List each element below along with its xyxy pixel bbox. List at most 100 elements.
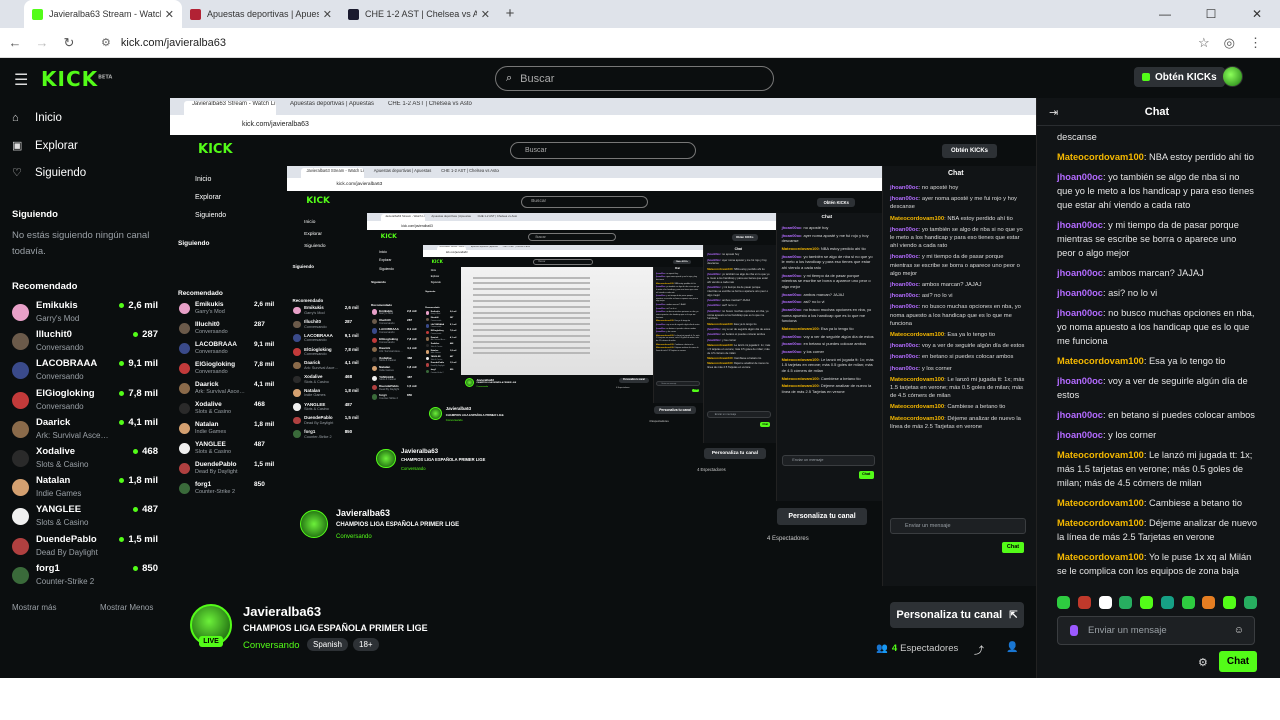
emote-icon[interactable] [1057, 596, 1070, 609]
nested-rec-avatar [425, 317, 430, 322]
recommended-channel[interactable]: Xodalive Slots & Casino 468 [12, 446, 162, 472]
emoji-icon[interactable]: ☺ [1234, 625, 1244, 636]
nested-tab: CHE 1-2 AST | Chelsea vs Aston [477, 214, 518, 219]
nested-search: Buscar [510, 142, 696, 159]
chat-username[interactable]: Mateocordovam100 [1057, 552, 1144, 562]
nested-rec-category: Counter-Strike 2 [379, 397, 398, 401]
chat-settings-icon[interactable]: ⚙ [1198, 656, 1208, 669]
chat-username[interactable]: jhoan00oc [1057, 430, 1103, 440]
recommended-channel[interactable]: DuendePablo Dead By Daylight 1,5 mil [12, 534, 162, 560]
nested-customize-button: Personaliza tu canal [704, 447, 766, 460]
close-window-button[interactable]: ✕ [1234, 0, 1280, 28]
chat-username[interactable]: jhoan00oc [1057, 172, 1103, 182]
mic-icon[interactable] [1070, 625, 1078, 636]
nested-rec-avatar [425, 324, 430, 328]
get-kicks-button[interactable]: Obtén KICKs [1134, 67, 1225, 87]
chat-username[interactable]: Mateocordovam100 [1057, 518, 1144, 528]
new-tab-button[interactable]: + [498, 0, 522, 28]
sidebar-item-explorar[interactable]: ▣ Explorar [12, 139, 78, 153]
channel-viewers: 4,1 mil [119, 417, 158, 428]
chat-username[interactable]: Mateocordovam100 [1057, 152, 1144, 162]
url-field[interactable]: ⚙ kick.com/javieralba63 [101, 36, 1198, 50]
recommended-channel[interactable]: forg1 Counter-Strike 2 850 [12, 563, 162, 589]
video-player[interactable]: Javieralba63 Stream - Watch Li Apuestas d… [170, 98, 1036, 586]
browser-tab[interactable]: Apuestas deportivas | Apuestas ✕ [182, 0, 340, 28]
show-more-button[interactable]: Mostrar más [12, 603, 56, 612]
recommended-channel[interactable]: YANGLEE Slots & Casino 487 [12, 504, 162, 530]
close-tab-icon[interactable]: ✕ [165, 8, 174, 21]
nested-rec-name: Daarick [195, 381, 219, 388]
recommended-channel[interactable]: LACOBRAAA Conversando 9,1 mil [12, 358, 162, 384]
menu-dots-icon[interactable]: ⋮ [1249, 35, 1262, 51]
chat-username[interactable]: jhoan00oc [1057, 410, 1103, 420]
chat-username[interactable]: Mateocordovam100 [1057, 356, 1144, 366]
nested-rec-viewers: 1,5 mil [344, 415, 359, 421]
recommended-channel[interactable]: Illuchit0 Conversando 287 [12, 329, 162, 355]
tag-age[interactable]: 18+ [353, 638, 379, 651]
follow-user-icon[interactable]: 👤 [1006, 642, 1018, 653]
nested-betting-row [473, 317, 591, 320]
recommended-channel[interactable]: Emikukis Garry's Mod 2,6 mil [12, 300, 162, 326]
chat-message: jhoan00oc: asi? no lo vi [1057, 286, 1257, 300]
streamer-name[interactable]: Javieralba63 [243, 604, 321, 619]
recommended-channel[interactable]: Daarick Ark: Survival Asce… 4,1 mil [12, 417, 162, 443]
nested-rec-avatar [293, 389, 301, 397]
bookmark-star-icon[interactable]: ☆ [1198, 35, 1210, 51]
nested-chat-messages: jhoan00oc: no aposté hoy jhoan00oc: ayer … [656, 273, 700, 354]
back-icon[interactable]: ← [3, 35, 27, 50]
chat-username[interactable]: jhoan00oc [1057, 220, 1103, 230]
close-tab-icon[interactable]: ✕ [323, 8, 332, 21]
nested-rec-avatar [371, 347, 377, 353]
nested-betting-row [473, 282, 591, 285]
channel-avatar [12, 450, 29, 467]
profile-icon[interactable]: ◎ [1224, 35, 1235, 51]
site-info-icon[interactable]: ⚙ [101, 36, 111, 49]
tag-language[interactable]: Spanish [307, 638, 348, 651]
chat-username[interactable]: jhoan00oc [1057, 308, 1103, 318]
chat-username[interactable]: jhoan00oc [1057, 376, 1103, 386]
emote-icon[interactable] [1098, 596, 1112, 609]
recommended-channel[interactable]: Natalan Indie Games 1,8 mil [12, 475, 162, 501]
sidebar-item-inicio[interactable]: ⌂ Inicio [12, 112, 62, 124]
chat-username[interactable]: jhoan00oc [1057, 268, 1103, 278]
emote-icon[interactable] [1181, 596, 1195, 609]
hamburger-menu-icon[interactable]: ☰ [14, 70, 28, 90]
emote-icon[interactable] [1140, 596, 1154, 609]
chat-username[interactable]: Mateocordovam100 [1057, 498, 1144, 508]
share-icon[interactable]: ⤴ [974, 642, 984, 657]
emote-icon[interactable] [1223, 596, 1237, 609]
minimize-button[interactable]: — [1142, 0, 1188, 28]
customize-channel-button[interactable]: Personaliza tu canal ⇱ [890, 602, 1024, 628]
nested-chat-line: Mateocordovam100: Esa ya lo tengo tio [782, 326, 875, 332]
forward-icon[interactable]: → [30, 35, 54, 50]
emote-icon[interactable] [1202, 596, 1216, 609]
recommended-channel[interactable]: ElGiogloking Conversando 7,8 mil [12, 388, 162, 414]
reload-icon[interactable]: ↻ [57, 35, 81, 51]
maximize-button[interactable]: ☐ [1188, 0, 1234, 28]
show-less-button[interactable]: Mostrar Menos [100, 603, 153, 612]
search-input[interactable]: ⌕ Buscar [495, 66, 774, 91]
sidebar-item-siguiendo[interactable]: ♡ Siguiendo [12, 166, 86, 180]
nested-rec-name: LACOBRAAA [304, 332, 333, 338]
nested-tab: Javieralba63 Stream - Watch Li [301, 168, 365, 178]
emote-icon[interactable] [1119, 596, 1133, 609]
stream-category[interactable]: Conversando [243, 640, 300, 651]
send-chat-button[interactable]: Chat [1219, 651, 1257, 672]
nested-rec-viewers: 9,1 mil [344, 332, 359, 338]
chat-message-input[interactable]: Enviar un mensaje ☺ [1057, 616, 1255, 645]
emote-icon[interactable] [1160, 596, 1174, 609]
nested-nav-item: Explorar [195, 194, 222, 201]
emote-icon[interactable] [1077, 596, 1091, 609]
recommended-title: Recomendado [12, 281, 78, 292]
browser-tab[interactable]: Javieralba63 Stream - Watch Li ✕ [24, 0, 182, 28]
emote-icon[interactable] [1243, 596, 1257, 609]
chat-username[interactable]: jhoan00oc [1057, 288, 1103, 298]
nested-chat-line: Mateocordovam100: Cambiese a betano tio [890, 403, 1026, 411]
nested-chat-line: Mateocordovam100: Cambiese a betano tio [656, 344, 700, 347]
kick-logo[interactable]: KICKBETA [41, 67, 112, 91]
close-tab-icon[interactable]: ✕ [481, 8, 490, 21]
browser-tab[interactable]: CHE 1-2 AST | Chelsea vs Aston ✕ [340, 0, 498, 28]
user-avatar[interactable] [1222, 66, 1243, 87]
nested-chat-user: jhoan00oc [890, 282, 919, 289]
chat-username[interactable]: Mateocordovam100 [1057, 450, 1144, 460]
